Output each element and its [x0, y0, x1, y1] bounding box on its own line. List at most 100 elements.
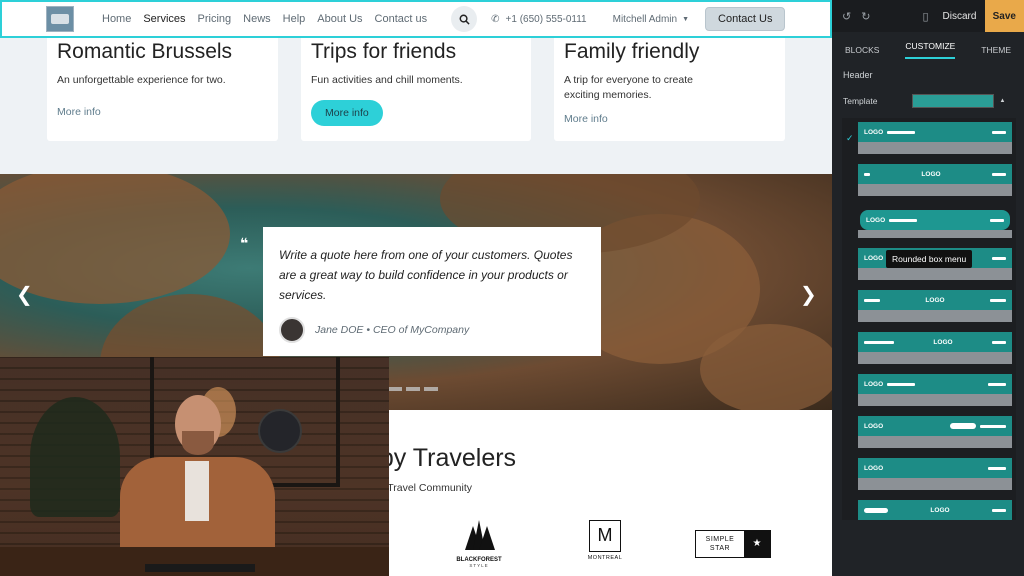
- card-brussels: Romantic Brussels An unforgettable exper…: [47, 38, 278, 141]
- site-logo[interactable]: [46, 6, 74, 32]
- tab-customize[interactable]: CUSTOMIZE: [905, 41, 956, 59]
- carousel-dot[interactable]: [388, 387, 402, 391]
- card-friends: Trips for friends Fun activities and chi…: [301, 38, 531, 141]
- more-info-link[interactable]: More info: [57, 106, 268, 118]
- template-body: [858, 310, 1012, 322]
- nav-news[interactable]: News: [237, 13, 277, 25]
- avatar: [279, 317, 305, 343]
- search-icon: [459, 14, 470, 25]
- nav-contact[interactable]: Contact us: [369, 13, 434, 25]
- logo-text: LOGO: [864, 464, 884, 472]
- nav-help[interactable]: Help: [277, 13, 312, 25]
- brand-logo-blackforest: BLACKFOREST STYLE: [454, 520, 504, 568]
- nav-pricing[interactable]: Pricing: [192, 13, 238, 25]
- template-option[interactable]: LOGO: [858, 416, 1012, 452]
- phone-icon: ✆: [491, 13, 500, 25]
- search-button[interactable]: [451, 6, 478, 32]
- carousel-prev-button[interactable]: ❮: [16, 282, 33, 307]
- more-info-link[interactable]: More info: [564, 113, 775, 125]
- carousel-dot[interactable]: [424, 387, 438, 391]
- map-continent: [700, 324, 832, 410]
- user-name: Mitchell Admin: [612, 13, 678, 25]
- chevron-down-icon: ▼: [682, 15, 690, 23]
- website-canvas: Home Services Pricing News Help About Us…: [0, 0, 832, 576]
- menu-bar: [991, 340, 1006, 344]
- template-preview: LOGO: [858, 374, 1012, 394]
- quote-icon: ❝: [240, 235, 249, 251]
- phone-info[interactable]: ✆ +1 (650) 555-0111: [491, 14, 586, 25]
- card-family: Family friendly A trip for everyone to c…: [554, 38, 785, 141]
- template-option[interactable]: LOGO: [858, 122, 1012, 158]
- menu-bar: [990, 218, 1004, 222]
- menu-bar: [989, 298, 1006, 302]
- card-title: Romantic Brussels: [57, 40, 233, 63]
- mobile-preview-icon[interactable]: ▯: [922, 10, 928, 23]
- card-text: A trip for everyone to create exciting m…: [564, 74, 693, 101]
- discard-button[interactable]: Discard: [943, 11, 977, 22]
- template-row: Template ▲: [843, 94, 1024, 108]
- menu-bar: [889, 218, 918, 222]
- nav-services[interactable]: Services: [137, 13, 191, 25]
- nav-home[interactable]: Home: [96, 13, 137, 25]
- template-option[interactable]: LOGO: [858, 164, 1012, 200]
- tab-theme[interactable]: THEME: [981, 45, 1011, 55]
- menu-bar: [887, 382, 916, 386]
- logo-text: LOGO: [925, 296, 945, 304]
- presenter-shirt: [185, 461, 209, 521]
- save-button[interactable]: Save: [984, 0, 1024, 32]
- user-menu[interactable]: Mitchell Admin ▼: [613, 14, 689, 25]
- template-body: [858, 268, 1012, 280]
- chevron-up-icon[interactable]: ▲: [1000, 98, 1006, 104]
- logo-text: LOGO: [921, 170, 941, 178]
- template-option[interactable]: LOGO: [858, 500, 1012, 520]
- redo-icon[interactable]: ↻: [861, 10, 870, 23]
- contact-us-button[interactable]: Contact Us: [705, 7, 786, 31]
- template-body: [858, 478, 1012, 490]
- star-icon: ★: [744, 531, 770, 557]
- template-tooltip: Rounded box menu: [886, 250, 973, 268]
- template-option[interactable]: LOGO: [858, 332, 1012, 368]
- template-preview: LOGO: [858, 164, 1012, 184]
- editor-topbar: ↺ ↻ ▯ Discard Save: [832, 0, 1024, 32]
- brand-name: MONTREAL: [587, 555, 623, 561]
- logo-text: LOGO: [933, 338, 953, 346]
- editor-panel: ↺ ↻ ▯ Discard Save BLOCKS CUSTOMIZE THEM…: [832, 0, 1024, 576]
- undo-icon[interactable]: ↺: [842, 10, 851, 23]
- site-header[interactable]: Home Services Pricing News Help About Us…: [0, 0, 832, 38]
- carousel-dot[interactable]: [406, 387, 420, 391]
- template-body: [858, 184, 1012, 196]
- template-body: [858, 230, 1012, 238]
- keyboard: [145, 564, 255, 572]
- card-text: An unforgettable experience for two.: [57, 74, 226, 86]
- carousel-next-button[interactable]: ❯: [800, 282, 817, 307]
- menu-bar: [992, 256, 1006, 260]
- logo-text: LOGO: [864, 380, 884, 388]
- card-title: Trips for friends: [311, 40, 457, 63]
- template-option-rounded-box[interactable]: LOGO: [858, 206, 1012, 242]
- template-option[interactable]: LOGO: [858, 290, 1012, 326]
- menu-bar: [950, 423, 976, 429]
- menu-bar: [864, 172, 870, 176]
- logo-text: LOGO: [930, 506, 950, 514]
- plant: [30, 397, 120, 517]
- menu-bar: [992, 130, 1006, 134]
- template-preview: LOGO: [860, 210, 1010, 230]
- menu-bar: [991, 508, 1006, 512]
- logo-text: LOGO: [864, 422, 884, 430]
- tab-blocks[interactable]: BLOCKS: [845, 45, 880, 55]
- template-preview: LOGO: [858, 458, 1012, 478]
- menu-bar: [988, 382, 1006, 386]
- template-preview: LOGO: [858, 122, 1012, 142]
- template-preview: LOGO: [858, 290, 1012, 310]
- logo-text: LOGO: [864, 254, 884, 262]
- template-select[interactable]: [911, 94, 994, 108]
- phone-number: +1 (650) 555-0111: [505, 13, 587, 25]
- testimonial-card: Write a quote here from one of your cust…: [263, 227, 601, 356]
- nav-about[interactable]: About Us: [311, 13, 368, 25]
- template-option[interactable]: LOGO: [858, 458, 1012, 494]
- editor-tabs: BLOCKS CUSTOMIZE THEME: [832, 36, 1024, 64]
- section-subtitle: r Travel Community: [381, 482, 473, 494]
- more-info-button[interactable]: More info: [311, 100, 383, 126]
- template-option[interactable]: LOGO: [858, 374, 1012, 410]
- menu-bar: [864, 507, 888, 513]
